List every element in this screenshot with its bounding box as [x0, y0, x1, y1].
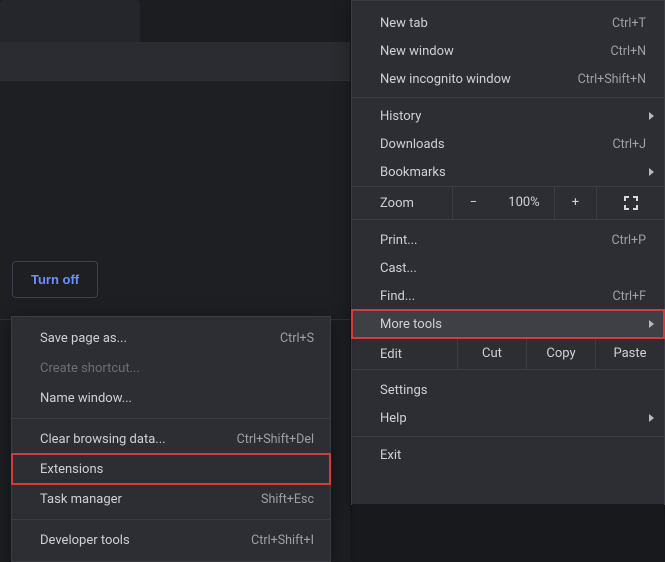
browser-tab[interactable]	[0, 0, 140, 42]
submenu-item-extensions[interactable]: Extensions	[12, 454, 330, 484]
menu-label: Task manager	[40, 492, 261, 507]
shortcut-text: Ctrl+Shift+N	[578, 72, 646, 87]
edit-label: Edit	[352, 347, 457, 362]
zoom-percent: 100%	[494, 186, 554, 220]
menu-label: Cast...	[380, 261, 646, 276]
menu-item-new-incognito[interactable]: New incognito window Ctrl+Shift+N	[352, 65, 664, 93]
separator	[12, 418, 330, 419]
menu-item-history[interactable]: History	[352, 102, 664, 130]
menu-label: Create shortcut...	[40, 361, 314, 376]
shortcut-text: Ctrl+P	[612, 233, 646, 248]
zoom-label: Zoom	[352, 196, 452, 211]
menu-label: Find...	[380, 289, 612, 304]
menu-label: Developer tools	[40, 533, 251, 548]
menu-label: More tools	[380, 317, 646, 332]
browser-toolbar	[0, 42, 350, 80]
shortcut-text: Shift+Esc	[261, 492, 314, 507]
copy-button[interactable]: Copy	[526, 338, 595, 370]
submenu-item-task-manager[interactable]: Task manager Shift+Esc	[12, 484, 330, 514]
zoom-in-button[interactable]: +	[554, 186, 596, 220]
menu-label: Extensions	[40, 462, 314, 477]
menu-item-exit[interactable]: Exit	[352, 441, 664, 469]
menu-label: Settings	[380, 383, 646, 398]
separator	[12, 519, 330, 520]
shortcut-text: Ctrl+T	[612, 16, 646, 31]
menu-label: New incognito window	[380, 72, 578, 87]
menu-label: Exit	[380, 448, 646, 463]
more-tools-submenu: Save page as... Ctrl+S Create shortcut..…	[11, 316, 331, 562]
submenu-item-clear-browsing-data[interactable]: Clear browsing data... Ctrl+Shift+Del	[12, 424, 330, 454]
menu-label: Bookmarks	[380, 165, 646, 180]
menu-label: New window	[380, 44, 610, 59]
menu-item-help[interactable]: Help	[352, 404, 664, 432]
menu-label: Clear browsing data...	[40, 432, 237, 447]
menu-item-settings[interactable]: Settings	[352, 376, 664, 404]
turn-off-button[interactable]: Turn off	[12, 261, 98, 298]
shortcut-text: Ctrl+Shift+I	[251, 533, 314, 548]
paste-button[interactable]: Paste	[595, 338, 664, 370]
shortcut-text: Ctrl+J	[613, 137, 647, 152]
chevron-right-icon	[649, 112, 654, 120]
menu-item-find[interactable]: Find... Ctrl+F	[352, 282, 664, 310]
fullscreen-icon	[624, 196, 638, 210]
chevron-right-icon	[649, 320, 654, 328]
separator	[352, 97, 664, 98]
menu-item-zoom: Zoom − 100% +	[352, 186, 664, 220]
chrome-main-menu: New tab Ctrl+T New window Ctrl+N New inc…	[351, 0, 665, 505]
submenu-item-create-shortcut: Create shortcut...	[12, 353, 330, 383]
menu-label: History	[380, 109, 646, 124]
submenu-item-developer-tools[interactable]: Developer tools Ctrl+Shift+I	[12, 525, 330, 555]
chevron-right-icon	[649, 168, 654, 176]
menu-label: Name window...	[40, 391, 314, 406]
menu-label: New tab	[380, 16, 612, 31]
shortcut-text: Ctrl+F	[612, 289, 646, 304]
menu-item-more-tools[interactable]: More tools	[352, 310, 664, 338]
shortcut-text: Ctrl+S	[280, 331, 314, 346]
submenu-item-save-page[interactable]: Save page as... Ctrl+S	[12, 323, 330, 353]
menu-item-cast[interactable]: Cast...	[352, 254, 664, 282]
fullscreen-button[interactable]	[596, 186, 664, 220]
shortcut-text: Ctrl+Shift+Del	[237, 432, 314, 447]
shortcut-text: Ctrl+N	[610, 44, 646, 59]
menu-item-print[interactable]: Print... Ctrl+P	[352, 226, 664, 254]
menu-item-edit: Edit Cut Copy Paste	[352, 338, 664, 370]
menu-item-new-tab[interactable]: New tab Ctrl+T	[352, 9, 664, 37]
menu-label: Print...	[380, 233, 612, 248]
zoom-out-button[interactable]: −	[452, 186, 494, 220]
menu-label: Save page as...	[40, 331, 280, 346]
chevron-right-icon	[649, 414, 654, 422]
cut-button[interactable]: Cut	[457, 338, 526, 370]
submenu-item-name-window[interactable]: Name window...	[12, 383, 330, 413]
separator	[352, 436, 664, 437]
menu-label: Downloads	[380, 137, 613, 152]
menu-item-new-window[interactable]: New window Ctrl+N	[352, 37, 664, 65]
menu-item-downloads[interactable]: Downloads Ctrl+J	[352, 130, 664, 158]
menu-item-bookmarks[interactable]: Bookmarks	[352, 158, 664, 186]
menu-label: Help	[380, 411, 646, 426]
